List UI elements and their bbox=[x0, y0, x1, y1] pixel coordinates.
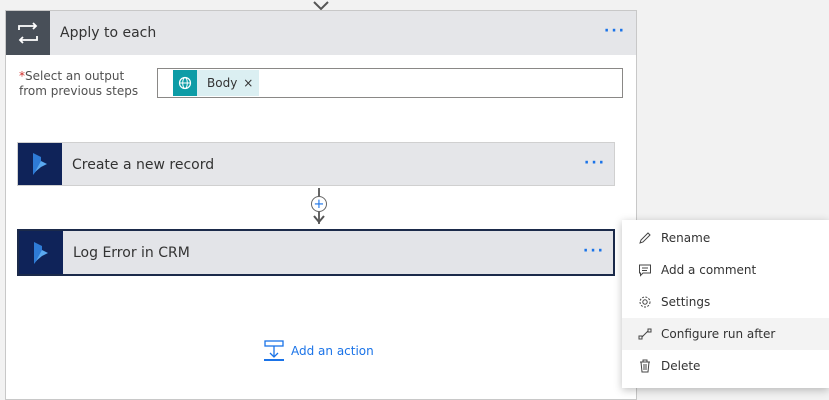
context-menu: Rename Add a comment Settings Configure … bbox=[622, 220, 829, 388]
action-more-button[interactable]: ··· bbox=[584, 155, 606, 171]
add-action-icon bbox=[264, 340, 284, 361]
select-output-label-line1: Select an output bbox=[25, 69, 125, 83]
body-token[interactable]: Body × bbox=[173, 70, 260, 96]
select-output-label: *Select an output from previous steps bbox=[19, 69, 149, 99]
action-log-error-in-crm[interactable]: Log Error in CRM ··· bbox=[17, 229, 615, 276]
loop-icon bbox=[6, 11, 50, 55]
insert-step-button[interactable]: + bbox=[311, 196, 327, 212]
action-more-button[interactable]: ··· bbox=[583, 243, 605, 259]
menu-item-configure-run-after[interactable]: Configure run after bbox=[622, 318, 829, 350]
select-output-label-line2: from previous steps bbox=[19, 84, 139, 98]
menu-item-add-comment[interactable]: Add a comment bbox=[622, 254, 829, 286]
action-title: Log Error in CRM bbox=[73, 245, 190, 261]
add-an-action-label: Add an action bbox=[291, 344, 374, 358]
menu-item-label: Rename bbox=[661, 231, 711, 245]
select-output-input[interactable]: Body × bbox=[157, 68, 623, 98]
menu-item-label: Add a comment bbox=[661, 263, 757, 277]
action-create-new-record[interactable]: Create a new record ··· bbox=[17, 142, 615, 186]
apply-to-each-title: Apply to each bbox=[60, 25, 157, 41]
action-title: Create a new record bbox=[72, 157, 215, 173]
gear-icon bbox=[638, 295, 652, 309]
apply-to-each-more-button[interactable]: ··· bbox=[604, 23, 626, 39]
run-after-icon bbox=[638, 327, 652, 341]
dynamics-icon bbox=[19, 231, 63, 274]
menu-item-rename[interactable]: Rename bbox=[622, 222, 829, 254]
menu-item-settings[interactable]: Settings bbox=[622, 286, 829, 318]
add-an-action-button[interactable]: Add an action bbox=[263, 340, 374, 362]
menu-item-label: Settings bbox=[661, 295, 711, 309]
body-token-label: Body bbox=[207, 76, 238, 90]
dynamics-icon bbox=[18, 143, 62, 185]
pencil-icon bbox=[638, 231, 652, 245]
menu-item-label: Configure run after bbox=[661, 327, 776, 341]
apply-to-each-header[interactable]: Apply to each ··· bbox=[6, 11, 636, 55]
menu-item-label: Delete bbox=[661, 359, 701, 373]
globe-icon bbox=[173, 70, 197, 96]
menu-item-delete[interactable]: Delete bbox=[622, 350, 829, 382]
connector-arrow-icon bbox=[313, 215, 325, 224]
trash-icon bbox=[638, 359, 652, 373]
plus-icon: + bbox=[313, 196, 325, 212]
remove-token-button[interactable]: × bbox=[243, 76, 259, 90]
comment-icon bbox=[638, 263, 652, 277]
